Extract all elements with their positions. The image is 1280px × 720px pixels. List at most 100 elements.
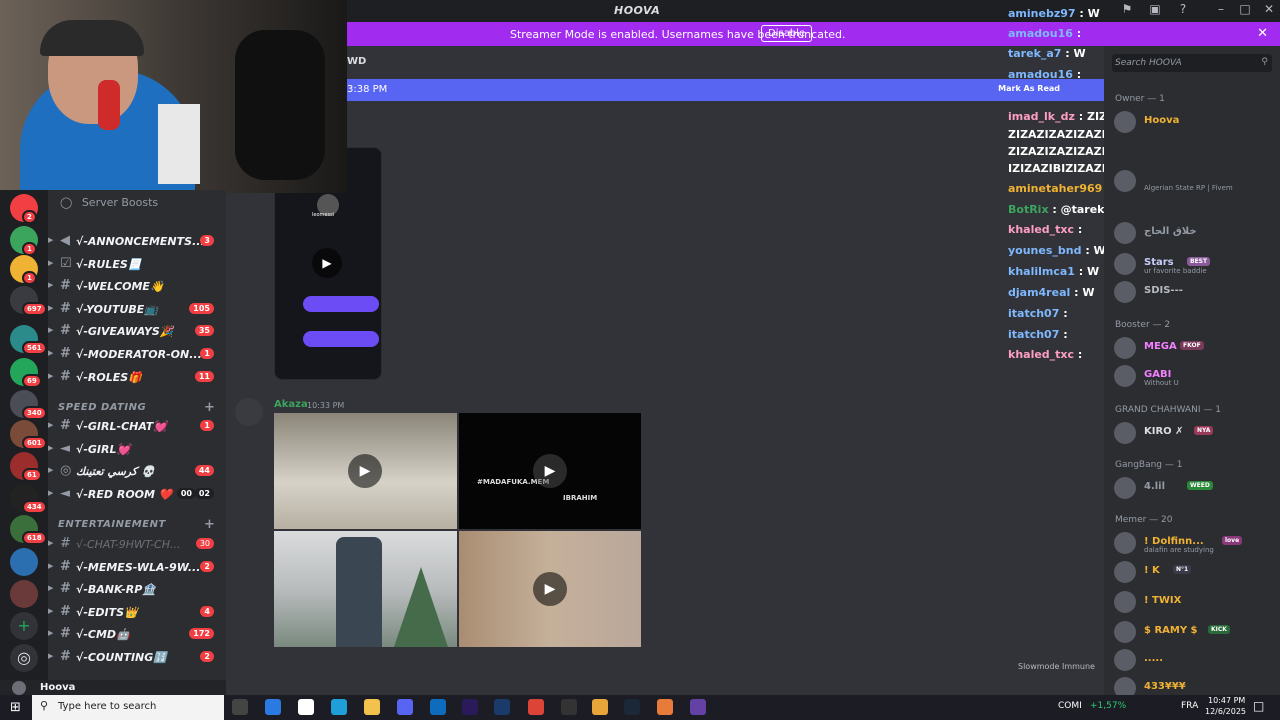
image-attachment[interactable]	[274, 531, 457, 647]
explorer-icon[interactable]	[364, 699, 380, 715]
member-group-header: GRAND CHAHWANI — 1	[1115, 405, 1221, 415]
close-banner-icon[interactable]: ✕	[1257, 26, 1268, 41]
add-server-icon[interactable]: +	[10, 612, 38, 640]
avatar[interactable]	[12, 681, 26, 695]
member-item[interactable]: Hoova	[1104, 110, 1280, 134]
discover-icon[interactable]: ◎	[10, 644, 38, 672]
unread-count-badge: 30	[195, 538, 214, 549]
chrome-icon[interactable]	[528, 699, 544, 715]
server-badge: 618	[22, 531, 47, 545]
disable-streamer-button[interactable]: Disable	[761, 25, 813, 42]
member-item[interactable]: ! TWIX	[1104, 590, 1280, 614]
channel-item[interactable]: ▶ # √-MEMES-WLA-9W... 2	[48, 557, 226, 577]
video-attachment[interactable]: ▶	[459, 531, 641, 647]
member-item[interactable]: ! Dolfinn... love dalafin are studying	[1104, 531, 1280, 555]
avatar[interactable]	[235, 398, 263, 426]
channel-item[interactable]: ▶ # √-YOUTUBE📺 105	[48, 299, 226, 319]
member-status: Algerian State RP | Fivem	[1144, 184, 1233, 192]
start-icon[interactable]: ⊞	[10, 700, 21, 715]
app-icon[interactable]	[657, 699, 673, 715]
chevron-right-icon: ▶	[48, 421, 54, 429]
member-item[interactable]: خلاق الحاج	[1104, 221, 1280, 245]
channel-item[interactable]: ▶ ◄ √-GIRL💓	[48, 439, 226, 459]
premiere-icon[interactable]	[462, 699, 478, 715]
file-icon[interactable]	[298, 699, 314, 715]
member-item[interactable]: ! K N°1	[1104, 560, 1280, 584]
new-messages-bar[interactable]: 3:38 PM Mark As Read	[347, 79, 1104, 101]
store-icon[interactable]	[265, 699, 281, 715]
maximize-icon[interactable]: □	[1235, 2, 1255, 20]
channel-item[interactable]: ▶ ☑ √-RULES📃	[48, 254, 226, 274]
server-badge: 2	[22, 210, 37, 224]
twitch-icon[interactable]	[690, 699, 706, 715]
discord-icon[interactable]	[397, 699, 413, 715]
member-item[interactable]: MEGA FKOF	[1104, 336, 1280, 360]
play-icon[interactable]: ▶	[533, 572, 567, 606]
avatar	[1114, 170, 1136, 192]
play-icon[interactable]: ▶	[312, 248, 342, 278]
hash-icon: #	[60, 278, 71, 294]
channel-item[interactable]: ▶ # √-COUNTING🔢 2	[48, 647, 226, 667]
channel-item[interactable]: ▶ ◄ √-RED ROOM ❤️ 00 02	[48, 484, 226, 504]
notification-icon[interactable]: □	[1253, 699, 1264, 713]
overlay-message: W	[1087, 265, 1100, 278]
outlook-icon[interactable]	[430, 699, 446, 715]
screen-icon[interactable]: ▣	[1145, 2, 1165, 20]
category-entertainement[interactable]: ENTERTAINEMENT +	[58, 517, 215, 532]
member-item[interactable]: $ RAMY $ KICK	[1104, 620, 1280, 644]
clock-time[interactable]: 10:47 PM	[1208, 696, 1245, 705]
input-language[interactable]: FRA	[1181, 701, 1198, 711]
member-item[interactable]: 4.lil WEED	[1104, 476, 1280, 500]
server-icon[interactable]	[10, 548, 38, 576]
taskbar-search-input[interactable]: ⚲ Type here to search	[32, 695, 224, 720]
hash-icon: #	[60, 649, 71, 664]
chevron-right-icon: ▶	[48, 539, 54, 547]
video-attachment[interactable]: #MADAFUKA.MEM IBRAHIM ▶	[459, 413, 641, 529]
channel-item[interactable]: ▶ ◀ √-ANNONCEMENTS... 3	[48, 231, 226, 251]
channel-item[interactable]: ▶ ◎ كرسي تعتينك 💀 44	[48, 461, 226, 481]
channel-item[interactable]: ▶ # √-WELCOME👋	[48, 276, 226, 296]
member-item[interactable]: GABI Without U	[1104, 364, 1280, 388]
channel-item[interactable]: ▶ # √-EDITS👑 4	[48, 602, 226, 622]
play-icon[interactable]: ▶	[533, 454, 567, 488]
member-item[interactable]: Algerian State RP | Fivem	[1104, 169, 1280, 193]
channel-item[interactable]: ▶ # √-MODERATOR-ON... 1	[48, 344, 226, 364]
video-attachment[interactable]: ▶	[274, 413, 457, 529]
channel-item[interactable]: ▶ # √-GIRL-CHAT💓 1	[48, 416, 226, 436]
channel-item[interactable]: ▶ # √-CMD🤖 172	[48, 624, 226, 644]
close-window-icon[interactable]: ✕	[1259, 2, 1279, 20]
help-icon[interactable]: ?	[1173, 2, 1193, 20]
chevron-right-icon: ▶	[48, 488, 54, 497]
edge-icon[interactable]	[331, 699, 347, 715]
overlay-chat-line: tarek_a7 : W	[1008, 47, 1086, 60]
server-icon[interactable]	[10, 580, 38, 608]
channel-item[interactable]: ▶ # √-BANK-RP🏦	[48, 579, 226, 599]
member-item[interactable]: SDIS---	[1104, 280, 1280, 304]
minimize-icon[interactable]: –	[1211, 2, 1231, 20]
member-search-input[interactable]: Search HOOVA ⚲	[1112, 54, 1272, 72]
message-author[interactable]: Akaza	[274, 399, 308, 410]
clock-date[interactable]: 12/6/2025	[1205, 707, 1246, 716]
channel-name: √-ANNONCEMENTS...	[76, 235, 205, 248]
app-icon[interactable]	[592, 699, 608, 715]
overlay-username: khaled_txc	[1008, 348, 1075, 361]
inbox-icon[interactable]: ⚑	[1117, 2, 1137, 20]
member-item[interactable]: Stars BEST ur favorite baddie	[1104, 252, 1280, 276]
channel-item[interactable]: ▶ # √-GIVEAWAYS🎉 35	[48, 321, 226, 341]
obs-icon[interactable]	[561, 699, 577, 715]
play-icon[interactable]: ▶	[348, 454, 382, 488]
channel-item[interactable]: ▶ # √-ROLES🎁 11	[48, 367, 226, 387]
add-channel-icon[interactable]: +	[204, 400, 215, 415]
member-item[interactable]: KIRO ✗ NYA	[1104, 421, 1280, 445]
photoshop-icon[interactable]	[494, 699, 510, 715]
member-item[interactable]: .....	[1104, 648, 1280, 672]
chevron-right-icon: ▶	[48, 443, 54, 452]
server-boosts-item[interactable]: ◯ Server Boosts	[60, 196, 158, 209]
category-speed-dating[interactable]: SPEED DATING +	[58, 400, 215, 415]
channel-name: كرسي تعتينك 💀	[76, 465, 155, 479]
add-channel-icon[interactable]: +	[204, 517, 215, 532]
channel-name: √-YOUTUBE📺	[76, 302, 158, 316]
steam-icon[interactable]	[624, 699, 640, 715]
channel-item[interactable]: ▶ # √-CHAT-9HWT-CH... 30	[48, 534, 226, 554]
task-view-icon[interactable]	[232, 699, 248, 715]
